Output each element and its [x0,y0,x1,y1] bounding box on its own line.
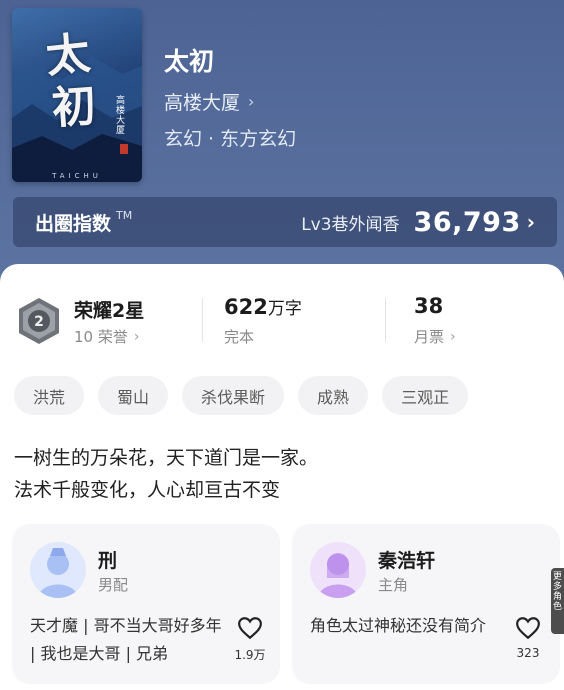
stats-row: 2 荣耀2星 10 荣誉 › 622万字 完本 38 月票 › [0,292,564,352]
heart-icon [516,617,540,640]
character-desc: 角色太过神秘还没有简介 [310,616,487,635]
cover-en-title: TAICHU [52,172,102,180]
character-name: 刑 [98,550,118,572]
tag-list: 洪荒 蜀山 杀伐果断 成熟 三观正 [14,376,469,415]
book-cover[interactable]: 太 初 高楼大厦 TAICHU [12,8,142,182]
cover-author: 高楼大厦 [116,96,126,136]
stats-divider [385,298,386,342]
chevron-right-icon: › [526,210,535,234]
character-name: 秦浩轩 [378,550,436,572]
popularity-index-bar[interactable]: 出圈指数 TM Lv3巷外闻香 36,793 › [13,197,557,247]
index-tm-mark: TM [116,208,133,222]
honor-medal-icon[interactable]: 2 [14,296,64,346]
character-like-button[interactable]: 323 [508,616,548,660]
book-detail-panel: 2 荣耀2星 10 荣誉 › 622万字 完本 38 月票 › 洪荒 蜀山 杀伐… [0,264,564,690]
tag-chip[interactable]: 洪荒 [14,376,85,415]
index-value: 36,793 [413,206,521,238]
honor-title: 荣耀2星 [74,300,145,322]
word-count-value: 622 [224,295,268,319]
stats-divider [202,298,203,342]
word-count: 622万字 [224,294,302,319]
index-level: Lv3巷外闻香 [301,214,400,235]
book-author-name: 高楼大厦 [164,92,241,114]
character-card[interactable]: 刑 男配 天才魔 | 哥不当大哥好多年 | 我也是大哥 | 兄弟 1.9万 [12,524,280,684]
heart-icon [238,617,262,640]
tag-chip[interactable]: 成熟 [298,376,369,415]
cover-seal [120,144,128,154]
tag-chip[interactable]: 三观正 [382,376,469,415]
character-avatar [310,542,366,598]
book-genre: 玄幻 · 东方玄幻 [164,128,297,150]
character-role: 男配 [98,576,129,594]
medal-number: 2 [34,314,44,330]
description-line: 一树生的万朵花，天下道门是一家。 [14,447,319,469]
more-characters-tab[interactable]: 更多角色 [551,568,564,634]
honor-link[interactable]: 10 荣誉 › [74,326,139,347]
character-desc: 天才魔 | 哥不当大哥好多年 | 我也是大哥 | 兄弟 [30,616,222,663]
completion-status: 完本 [224,328,255,346]
character-card[interactable]: 秦浩轩 主角 角色太过神秘还没有简介 323 [292,524,560,684]
monthly-ticket-link[interactable]: 月票 › [414,326,456,347]
chevron-right-icon: › [248,92,255,111]
book-header: 太 初 高楼大厦 TAICHU 太初 高楼大厦 › 玄幻 · 东方玄幻 出圈指数… [0,0,564,290]
honor-count: 10 荣誉 [74,328,128,346]
tag-chip[interactable]: 杀伐果断 [182,376,285,415]
like-count: 1.9万 [234,648,266,662]
tag-chip[interactable]: 蜀山 [98,376,169,415]
chevron-right-icon: › [133,328,140,345]
word-count-unit: 万字 [267,299,302,319]
character-avatar [30,542,86,598]
like-count: 323 [516,646,540,660]
book-author-link[interactable]: 高楼大厦 › [164,88,254,115]
character-like-button[interactable]: 1.9万 [230,616,270,663]
cover-title-char-2: 初 [50,80,98,135]
monthly-ticket-label: 月票 [414,328,445,346]
cover-title-char-1: 太 [43,27,93,84]
book-title: 太初 [164,47,215,76]
chevron-right-icon: › [450,328,456,345]
index-label: 出圈指数 [35,212,112,235]
book-description: 一树生的万朵花，天下道门是一家。 法术千般变化，人心却亘古不变 [14,442,318,506]
monthly-ticket-value: 38 [414,294,444,318]
description-line: 法术千般变化，人心却亘古不变 [14,479,281,501]
character-role: 主角 [378,576,409,594]
